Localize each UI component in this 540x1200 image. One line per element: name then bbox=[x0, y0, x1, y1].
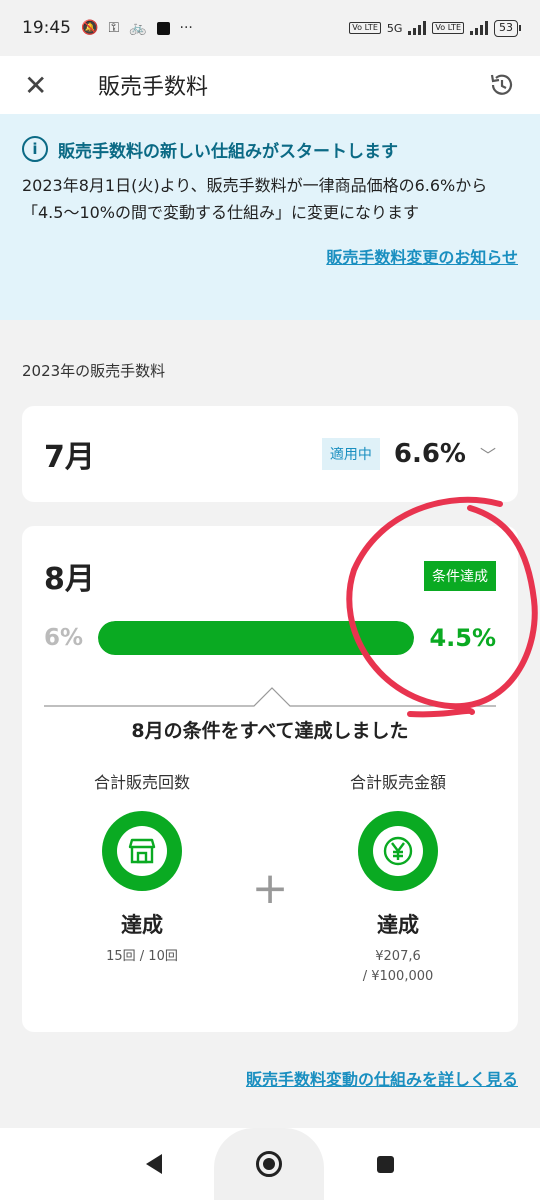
store-icon bbox=[128, 838, 156, 864]
plus-icon: + bbox=[251, 862, 289, 914]
key-icon: ⚿ bbox=[108, 20, 120, 36]
condition-count: 合計販売回数 達成 15回 / 10回 bbox=[44, 769, 240, 987]
status-time: 19:45 bbox=[22, 18, 71, 38]
home-icon bbox=[256, 1151, 283, 1177]
conditions: 合計販売回数 達成 15回 / 10回 + 合計販売金額 達成 ¥207,6 /… bbox=[44, 769, 496, 987]
new-rate: 4.5% bbox=[429, 624, 496, 652]
status-bar: 19:45 🔕 ⚿ 🚲 ··· Vo LTE 5G Vo LTE 53 bbox=[0, 0, 540, 56]
info-icon: i bbox=[22, 136, 48, 162]
progress-fill bbox=[98, 621, 414, 655]
notice-link[interactable]: 販売手数料変更のお知らせ bbox=[22, 244, 518, 268]
signal-icon bbox=[408, 21, 427, 35]
volte-badge-2: Vo LTE bbox=[432, 22, 464, 34]
condition-detail: 15回 / 10回 bbox=[106, 949, 178, 964]
app-icon bbox=[156, 21, 170, 35]
condition-detail: ¥207,6 / ¥100,000 bbox=[300, 947, 496, 987]
condition-detail-line1: ¥207,6 bbox=[375, 949, 421, 964]
page-title: 販売手数料 bbox=[98, 75, 209, 100]
condition-badge bbox=[102, 811, 182, 891]
progress-track bbox=[98, 621, 414, 655]
condition-label: 合計販売回数 bbox=[93, 773, 190, 792]
month-label: 7月 bbox=[44, 440, 95, 475]
network-type: 5G bbox=[386, 21, 403, 35]
notice-body: 2023年8月1日(火)より、販売手数料が一律商品価格の6.6%から「4.5〜1… bbox=[22, 176, 488, 222]
details-link[interactable]: 販売手数料変動の仕組みを詳しく見る bbox=[22, 1066, 518, 1090]
old-rate: 6% bbox=[44, 625, 84, 651]
section-label: 2023年の販売手数料 bbox=[22, 362, 166, 380]
app-bar: ✕ 販売手数料 bbox=[0, 56, 540, 114]
bicycle-icon: 🚲 bbox=[129, 20, 147, 36]
condition-label: 合計販売金額 bbox=[349, 773, 446, 792]
month-card-july[interactable]: 7月 適用中 6.6% ﹀ bbox=[22, 406, 518, 502]
system-nav-bar bbox=[0, 1128, 540, 1200]
condition-amount: 合計販売金額 達成 ¥207,6 / ¥100,000 bbox=[300, 769, 496, 987]
signal-icon-2 bbox=[470, 21, 488, 35]
divider bbox=[44, 684, 496, 708]
notice-banner: i 販売手数料の新しい仕組みがスタートします 2023年8月1日(火)より、販売… bbox=[0, 114, 540, 320]
notice-heading: 販売手数料の新しい仕組みがスタートします bbox=[58, 141, 398, 162]
status-badge: 条件達成 bbox=[424, 561, 496, 591]
month-label: 8月 bbox=[44, 562, 95, 597]
back-icon[interactable] bbox=[146, 1154, 163, 1174]
month-card-august: 8月 条件達成 6% 4.5% 8月の条件をすべて達成しました 合計販売回数 達… bbox=[22, 526, 518, 1032]
volte-badge: Vo LTE bbox=[349, 22, 381, 34]
rate-progress: 6% 4.5% bbox=[44, 618, 496, 658]
rate-value: 6.6% bbox=[393, 439, 466, 469]
close-icon[interactable]: ✕ bbox=[24, 69, 64, 102]
condition-status: 達成 bbox=[121, 913, 163, 937]
history-icon[interactable] bbox=[488, 71, 516, 99]
condition-detail-line2: / ¥100,000 bbox=[362, 969, 434, 984]
mute-notification-icon: 🔕 bbox=[81, 20, 99, 36]
chevron-down-icon[interactable]: ﹀ bbox=[480, 442, 496, 466]
home-button[interactable] bbox=[214, 1128, 325, 1200]
yen-icon bbox=[383, 836, 413, 866]
more-icon: ··· bbox=[179, 20, 193, 36]
condition-status: 達成 bbox=[377, 913, 419, 937]
condition-badge bbox=[358, 811, 438, 891]
conditions-title: 8月の条件をすべて達成しました bbox=[131, 720, 409, 742]
battery-icon: 53 bbox=[494, 19, 521, 37]
status-badge: 適用中 bbox=[321, 438, 380, 470]
recent-apps-icon[interactable] bbox=[376, 1155, 394, 1173]
